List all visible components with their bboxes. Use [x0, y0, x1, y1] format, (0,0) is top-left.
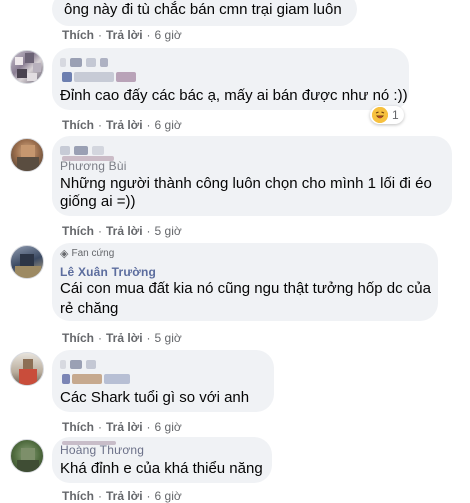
author-name[interactable] — [60, 144, 108, 156]
reply-button[interactable]: Trả lời — [106, 224, 143, 238]
avatar[interactable] — [10, 439, 44, 473]
diamond-icon: ◈ — [60, 248, 69, 260]
reply-button[interactable]: Trả lời — [106, 489, 143, 503]
comment-timestamp[interactable]: 6 giờ — [155, 420, 182, 434]
comment-actions: Thích · Trả lời · 6 giờ — [62, 28, 182, 42]
fan-badge: ◈ Fan cứng — [60, 247, 114, 260]
comment-bubble: Đỉnh cao đấy các bác ạ, mấy ai bán được … — [52, 48, 409, 110]
like-button[interactable]: Thích — [62, 489, 94, 503]
comment-bubble: ông này đi tù chắc bán cmn trại giam luô… — [52, 0, 357, 26]
comment-bubble: ◈ Fan cứng Lê Xuân Trường Cái con mua đấ… — [52, 243, 438, 321]
comment-actions: Thích · Trả lời · 6 giờ — [62, 118, 182, 132]
comment-text: Đỉnh cao đấy các bác ạ, mấy ai bán được … — [60, 87, 408, 104]
avatar[interactable] — [10, 138, 44, 172]
avatar-image-icon — [15, 53, 41, 81]
comment-actions: Thích · Trả lời · 5 giờ — [62, 224, 182, 238]
haha-emoji-icon — [372, 107, 388, 123]
comment-timestamp[interactable]: 6 giờ — [155, 489, 182, 503]
comment-timestamp[interactable]: 6 giờ — [155, 118, 182, 132]
like-button[interactable]: Thích — [62, 28, 94, 42]
avatar-image-icon — [17, 145, 39, 171]
avatar[interactable] — [10, 352, 44, 386]
comment-timestamp[interactable]: 6 giờ — [155, 28, 182, 42]
author-name[interactable] — [60, 358, 100, 370]
author-name-text[interactable]: Hoàng Thương — [60, 443, 144, 457]
comment-timestamp[interactable]: 5 giờ — [155, 224, 182, 238]
avatar-image-icon — [15, 254, 41, 278]
comment-text: ông này đi tù chắc bán cmn trại giam luô… — [64, 1, 342, 18]
reaction-count: 1 — [392, 108, 399, 122]
reply-button[interactable]: Trả lời — [106, 420, 143, 434]
author-name-text[interactable]: Phương Bùi — [60, 159, 127, 173]
avatar-image-icon — [19, 359, 37, 385]
comment-bubble: Các Shark tuổi gì so với anh — [52, 350, 274, 412]
comment-text: rẻ chăng — [60, 300, 119, 317]
author-name-text[interactable]: Lê Xuân Trường — [60, 265, 156, 279]
avatar[interactable] — [10, 245, 44, 279]
comment-actions: Thích · Trả lời · 6 giờ — [62, 489, 182, 503]
comment-actions: Thích · Trả lời · 6 giờ — [62, 420, 182, 434]
comment-text: giống ai =)) — [60, 193, 136, 210]
comment-text: Các Shark tuổi gì so với anh — [60, 389, 250, 406]
like-button[interactable]: Thích — [62, 224, 94, 238]
comment-bubble: Phương Bùi Những người thành công luôn c… — [52, 136, 452, 216]
like-button[interactable]: Thích — [62, 331, 94, 345]
avatar-image-icon — [17, 448, 39, 472]
comment-actions: Thích · Trả lời · 5 giờ — [62, 331, 182, 345]
comment-bubble: Hoàng Thương Khá đỉnh e của khá thiểu nă… — [52, 437, 272, 483]
reply-button[interactable]: Trả lời — [106, 331, 143, 345]
comment-text: Những người thành công luôn chọn cho mìn… — [60, 175, 432, 192]
like-button[interactable]: Thích — [62, 118, 94, 132]
comment-text: Cái con mua đất kia nó cũng ngu thật tưở… — [60, 280, 431, 297]
comment-timestamp[interactable]: 5 giờ — [155, 331, 182, 345]
fan-badge-label: Fan cứng — [71, 248, 115, 259]
like-button[interactable]: Thích — [62, 420, 94, 434]
reaction-badge[interactable]: 1 — [370, 106, 404, 124]
author-name[interactable] — [60, 56, 112, 68]
reply-button[interactable]: Trả lời — [106, 118, 143, 132]
reply-button[interactable]: Trả lời — [106, 28, 143, 42]
comment-text: Khá đỉnh e của khá thiểu năng — [60, 460, 263, 477]
avatar[interactable] — [10, 50, 44, 84]
